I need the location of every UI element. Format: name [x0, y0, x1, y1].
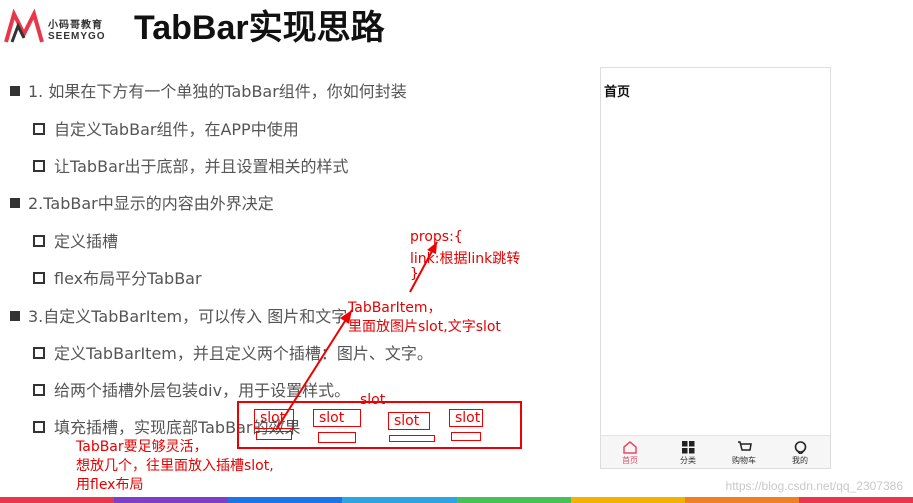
tab-label: 我的: [792, 456, 808, 465]
profile-icon: [794, 441, 806, 454]
tab-cart[interactable]: 购物车: [719, 441, 769, 466]
tab-category[interactable]: 分类: [663, 441, 713, 466]
phone-mockup: 首页 首页 分类 购物车 我的: [600, 67, 831, 469]
slot-sub-box: [256, 431, 292, 440]
slot-top-label: slot: [360, 392, 386, 408]
slot-box: slot: [449, 409, 483, 427]
slot-sub-box: [389, 435, 435, 442]
cart-icon: [737, 441, 752, 451]
slot-box: slot: [254, 409, 294, 429]
flex-note-line1: TabBar要足够灵活，: [76, 439, 208, 455]
flex-note-line2: 想放几个，往里面放入插槽slot,: [76, 458, 274, 474]
tab-label: 购物车: [732, 456, 756, 465]
tab-bar: 首页 分类 购物车 我的: [601, 435, 830, 468]
category-grid-icon: [681, 441, 694, 454]
tab-profile[interactable]: 我的: [775, 441, 825, 466]
home-icon: [623, 441, 637, 454]
arrowhead-icon: [340, 310, 352, 324]
slot-box: slot: [388, 412, 430, 430]
phone-page-title: 首页: [604, 85, 631, 100]
arrowhead-icon: [427, 242, 437, 254]
tab-label: 分类: [680, 456, 696, 465]
slot-sub-box: [451, 432, 481, 441]
tab-label: 首页: [622, 456, 638, 465]
color-stripe: [0, 497, 913, 503]
flex-note-line3: 用flex布局: [76, 477, 144, 493]
watermark: https://blog.csdn.net/qq_2307386: [725, 479, 903, 493]
slot-box: slot: [313, 409, 361, 427]
slot-sub-box: [318, 432, 356, 443]
tab-home[interactable]: 首页: [605, 441, 655, 466]
